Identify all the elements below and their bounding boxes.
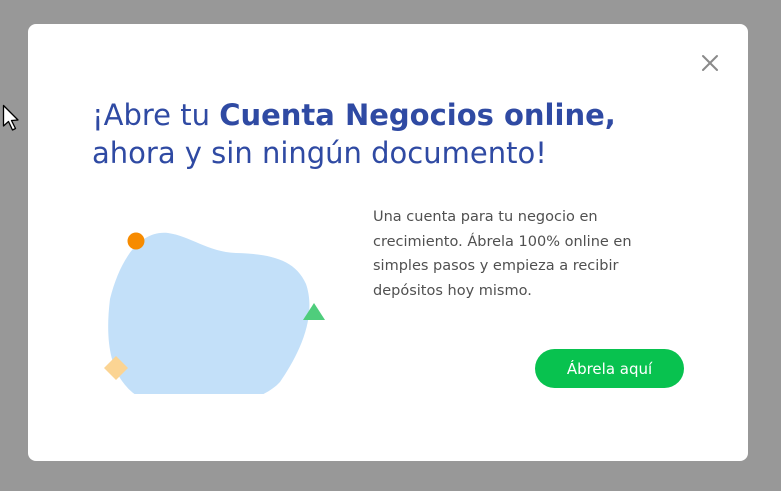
modal-title: ¡Abre tu Cuenta Negocios online, ahora y …: [92, 96, 616, 172]
title-second-line: ahora y sin ningún documento!: [92, 136, 547, 170]
open-account-button[interactable]: Ábrela aquí: [535, 349, 684, 388]
account-illustration: [104, 232, 325, 394]
blob-shape: [108, 232, 310, 394]
title-intro: ¡Abre tu: [92, 98, 220, 132]
promo-modal: ¡Abre tu Cuenta Negocios online, ahora y …: [28, 24, 748, 461]
orange-dot-icon: [127, 232, 145, 250]
modal-description: Una cuenta para tu negocio en crecimient…: [373, 209, 632, 299]
mouse-pointer-icon: [2, 104, 19, 131]
title-highlight: Cuenta Negocios online,: [219, 98, 616, 132]
close-icon[interactable]: [698, 51, 722, 75]
